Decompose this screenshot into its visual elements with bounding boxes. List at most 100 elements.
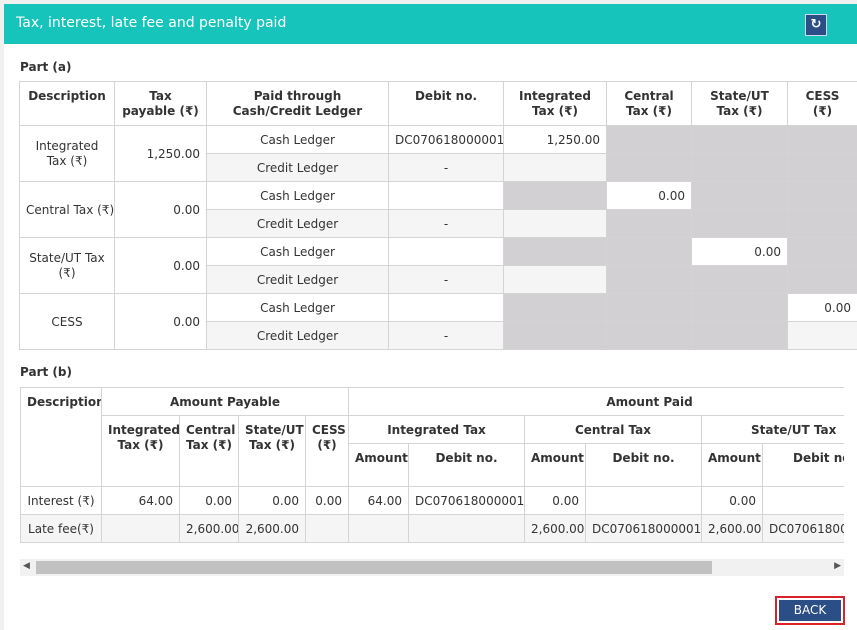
ledger-type: Cash Ledger <box>206 237 389 266</box>
disabled-cell <box>503 293 607 322</box>
disabled-cell <box>503 321 607 350</box>
ledger-type: Credit Ledger <box>206 153 389 182</box>
table-row: Late fee(₹) 2,600.00 2,600.00 2,600.00 D… <box>20 514 844 543</box>
payable-cess-value <box>305 514 349 543</box>
col-payable-central: Central Tax (₹) <box>179 415 239 487</box>
disabled-cell <box>787 181 857 210</box>
debit-no-value: - <box>388 321 504 350</box>
disabled-cell <box>606 125 692 154</box>
disabled-cell <box>606 265 692 294</box>
col-amount-paid: Amount Paid <box>347 387 844 416</box>
table-row: Integrated Tax (₹) 1,250.00 Cash Ledger … <box>19 125 857 182</box>
col-central-tax: Central Tax (₹) <box>606 81 692 126</box>
ledger-type: Credit Ledger <box>206 321 389 350</box>
payable-state-value: 0.00 <box>238 486 306 515</box>
table-row: Interest (₹) 64.00 0.00 0.00 0.00 64.00 … <box>20 486 844 515</box>
scrollbar-thumb[interactable] <box>36 561 712 574</box>
disabled-cell <box>691 265 788 294</box>
col-payable-state: State/UT Tax (₹) <box>238 415 306 487</box>
col-paid-integrated: Integrated Tax <box>348 415 525 444</box>
col-tax-payable: Tax payable (₹) <box>114 81 207 126</box>
table-row: State/UT Tax (₹) 0.00 Cash Ledger 0.00 <box>19 237 857 294</box>
integrated-tax-value: 1,250.00 <box>503 125 607 154</box>
disabled-cell <box>787 265 857 294</box>
empty-cell <box>503 209 607 238</box>
debit-no-value <box>388 237 504 266</box>
paid-central-debit: DC0706180000012 <box>585 514 702 543</box>
disabled-cell <box>691 321 788 350</box>
col-debit-no: Debit no. <box>761 443 844 487</box>
cess-value: 0.00 <box>787 293 857 322</box>
disabled-cell <box>691 209 788 238</box>
payable-central-value: 2,600.00 <box>179 514 239 543</box>
col-description: Description <box>20 387 102 487</box>
table-row: Central Tax (₹) 0.00 Cash Ledger 0.00 <box>19 181 857 238</box>
col-amount: Amount <box>524 443 586 487</box>
tax-payable-value: 0.00 <box>114 293 207 350</box>
disabled-cell <box>606 321 692 350</box>
refresh-button[interactable]: ↻ <box>805 14 827 36</box>
ledger-type: Credit Ledger <box>206 209 389 238</box>
disabled-cell <box>503 181 607 210</box>
disabled-cell <box>691 125 788 154</box>
col-cess: CESS (₹) <box>787 81 857 126</box>
debit-no-value: - <box>388 209 504 238</box>
payable-integrated-value <box>101 514 180 543</box>
back-button[interactable]: BACK <box>775 596 845 625</box>
part-b-table: Description Amount Payable Amount Paid I… <box>20 387 844 543</box>
row-description: Interest (₹) <box>20 486 102 515</box>
arrow-left-icon[interactable]: ◀ <box>23 561 30 571</box>
row-description: CESS <box>19 293 115 350</box>
empty-cell <box>787 321 857 350</box>
debit-no-value: - <box>388 153 504 182</box>
col-amount: Amount <box>348 443 409 487</box>
paid-integrated-amount: 64.00 <box>348 486 409 515</box>
ledger-type: Cash Ledger <box>206 125 389 154</box>
part-a-table: Description Tax payable (₹) Paid through… <box>19 81 857 350</box>
disabled-cell <box>787 153 857 182</box>
disabled-cell <box>691 293 788 322</box>
disabled-cell <box>503 237 607 266</box>
payable-state-value: 2,600.00 <box>238 514 306 543</box>
panel-header: Tax, interest, late fee and penalty paid… <box>4 4 857 44</box>
table-row: CESS 0.00 Cash Ledger 0.00 <box>19 293 857 350</box>
empty-cell <box>503 153 607 182</box>
disabled-cell <box>606 209 692 238</box>
paid-state-amount: 0.00 <box>701 486 763 515</box>
debit-no-value: DC0706180000012 <box>388 125 504 154</box>
arrow-right-icon[interactable]: ▶ <box>834 561 841 571</box>
payable-integrated-value: 64.00 <box>101 486 180 515</box>
row-description: Integrated Tax (₹) <box>19 125 115 182</box>
paid-integrated-debit <box>408 514 525 543</box>
row-description: State/UT Tax (₹) <box>19 237 115 294</box>
col-payable-integrated: Integrated Tax (₹) <box>101 415 180 487</box>
disabled-cell <box>606 153 692 182</box>
col-state-ut-tax: State/UT Tax (₹) <box>691 81 788 126</box>
col-debit-no: Debit no. <box>388 81 504 126</box>
col-description: Description <box>19 81 115 126</box>
disabled-cell <box>787 209 857 238</box>
back-button-label: BACK <box>779 600 841 621</box>
col-paid-through: Paid through Cash/Credit Ledger <box>206 81 389 126</box>
tax-payable-value: 0.00 <box>114 181 207 238</box>
col-debit-no: Debit no. <box>408 443 525 487</box>
paid-state-debit <box>761 486 844 515</box>
part-b-scroll-area[interactable]: Description Amount Payable Amount Paid I… <box>20 387 844 547</box>
ledger-type: Cash Ledger <box>206 181 389 210</box>
payable-central-value: 0.00 <box>179 486 239 515</box>
tax-paid-panel: Tax, interest, late fee and penalty paid… <box>4 4 857 630</box>
tax-payable-value: 0.00 <box>114 237 207 294</box>
central-tax-value: 0.00 <box>606 181 692 210</box>
disabled-cell <box>787 125 857 154</box>
debit-no-value: - <box>388 265 504 294</box>
paid-central-amount: 2,600.00 <box>524 514 586 543</box>
paid-integrated-amount <box>348 514 409 543</box>
disabled-cell <box>606 237 692 266</box>
paid-state-debit: DC0706180000012 <box>761 514 844 543</box>
debit-no-value <box>388 181 504 210</box>
row-description: Central Tax (₹) <box>19 181 115 238</box>
part-a-label: Part (a) <box>20 60 72 74</box>
part-b-label: Part (b) <box>20 365 72 379</box>
col-payable-cess: CESS (₹) <box>305 415 349 487</box>
horizontal-scrollbar[interactable]: ◀ ▶ <box>20 559 844 576</box>
